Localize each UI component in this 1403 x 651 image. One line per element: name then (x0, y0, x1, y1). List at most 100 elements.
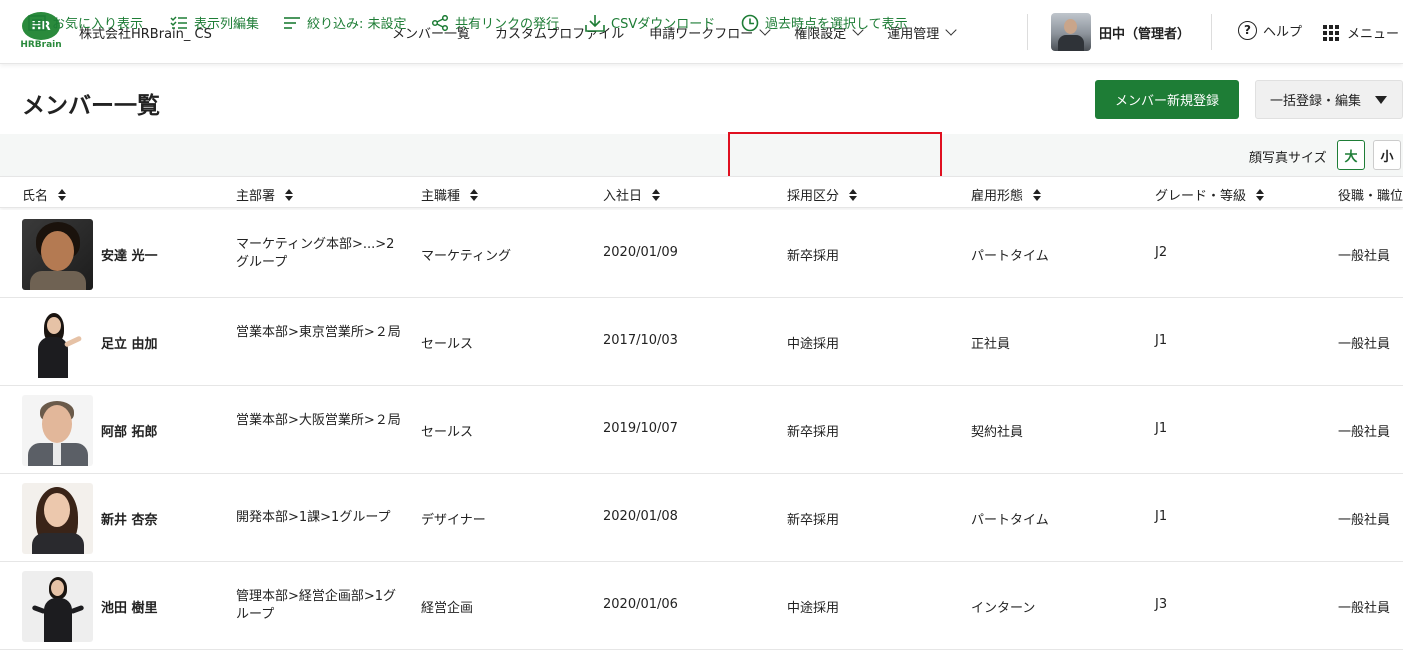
member-position: 一般社員 (1338, 337, 1391, 352)
member-photo (22, 307, 93, 378)
share-icon (431, 14, 449, 31)
member-hire-type: 新卒採用 (787, 425, 840, 440)
member-photo (22, 483, 93, 554)
bulk-edit-label: 一括登録・編集 (1270, 94, 1362, 109)
top-header: HR HRBrain 株式会社HRBrain_ CS メンバー一覧 カスタムプロ… (0, 0, 1403, 64)
add-member-button[interactable]: メンバー新規登録 (1095, 80, 1239, 119)
app-menu-button[interactable]: メニュー (1323, 23, 1399, 42)
caret-down-icon (1375, 95, 1388, 104)
member-name[interactable]: 足立 由加 (101, 333, 158, 352)
member-hire-type: 中途採用 (787, 601, 840, 616)
member-department: 開発本部>1課>1グループ (236, 510, 391, 525)
bulk-edit-button[interactable]: 一括登録・編集 (1255, 80, 1403, 119)
column-header-name[interactable]: 氏名 (22, 185, 67, 204)
member-department: マーケティング本部>...>2グループ (236, 237, 395, 270)
sort-icon (285, 188, 294, 201)
member-hire-type: 中途採用 (787, 337, 840, 352)
header-label: 雇用形態 (971, 189, 1024, 204)
sort-icon (1033, 188, 1042, 201)
header-label: 主部署 (236, 189, 276, 204)
member-join-date: 2020/01/09 (603, 245, 678, 260)
column-header-hire-type[interactable]: 採用区分 (787, 185, 858, 204)
edit-columns-button[interactable]: 表示列編集 (170, 13, 259, 32)
photo-size-label: 顔写真サイズ (1249, 151, 1327, 166)
column-header-grade[interactable]: グレード・等級 (1155, 185, 1265, 204)
member-job-type: 経営企画 (421, 601, 474, 616)
member-name[interactable]: 阿部 拓郎 (101, 421, 158, 440)
header-label: 入社日 (603, 189, 643, 204)
member-department: 営業本部>東京営業所>２局 (236, 325, 401, 340)
list-toolbar (0, 134, 1403, 176)
user-avatar[interactable] (1051, 13, 1091, 51)
checklist-icon (170, 15, 187, 29)
edit-columns-label: 表示列編集 (194, 17, 260, 32)
divider (1027, 14, 1028, 50)
member-join-date: 2020/01/08 (603, 509, 678, 524)
divider (1211, 14, 1212, 50)
table-row[interactable]: 池田 樹里 管理本部>経営企画部>1グループ 経営企画 2020/01/06 中… (0, 562, 1403, 650)
photo-size-small-button[interactable]: 小 (1373, 140, 1401, 170)
member-grade: J3 (1155, 597, 1168, 612)
member-position: 一般社員 (1338, 249, 1391, 264)
table-row[interactable]: 阿部 拓郎 営業本部>大阪営業所>２局 セールス 2019/10/07 新卒採用… (0, 386, 1403, 474)
download-icon (585, 14, 605, 32)
column-header-position[interactable]: 役職・職位 (1338, 185, 1403, 204)
member-position: 一般社員 (1338, 425, 1391, 440)
member-name[interactable]: 安達 光一 (101, 245, 158, 264)
list-icon (28, 14, 46, 31)
member-photo (22, 219, 93, 290)
past-point-button[interactable]: 過去時点を選択して表示 (741, 13, 908, 32)
member-grade: J2 (1155, 245, 1168, 260)
header-label: 主職種 (421, 189, 461, 204)
photo-size-large-button[interactable]: 大 (1337, 140, 1365, 170)
question-circle-icon: ? (1238, 21, 1257, 40)
column-header-employment[interactable]: 雇用形態 (971, 185, 1042, 204)
page-title: メンバー一覧 (22, 93, 160, 119)
sort-icon (849, 188, 858, 201)
member-join-date: 2017/10/03 (603, 333, 678, 348)
table-row[interactable]: 足立 由加 営業本部>東京営業所>２局 セールス 2017/10/03 中途採用… (0, 298, 1403, 386)
csv-download-button[interactable]: CSVダウンロード (585, 13, 715, 32)
grid-menu-icon (1323, 24, 1339, 41)
member-job-type: セールス (421, 337, 474, 352)
help-label: ヘルプ (1263, 25, 1303, 40)
member-department: 管理本部>経営企画部>1グループ (236, 589, 397, 622)
member-job-type: セールス (421, 425, 474, 440)
header-label: 氏名 (22, 189, 49, 204)
header-label: グレード・等級 (1155, 189, 1247, 204)
header-label: 役職・職位 (1338, 189, 1403, 204)
member-job-type: デザイナー (421, 513, 486, 528)
help-link[interactable]: ? ヘルプ (1238, 21, 1302, 40)
table-header: 氏名 主部署 主職種 入社日 採用区分 雇用形態 グレード・等級 役職・職位 (0, 176, 1403, 208)
member-grade: J1 (1155, 421, 1168, 436)
member-employment: インターン (971, 601, 1036, 616)
share-link-button[interactable]: 共有リンクの発行 (431, 13, 559, 32)
member-join-date: 2019/10/07 (603, 421, 678, 436)
table-row[interactable]: 新井 杏奈 開発本部>1課>1グループ デザイナー 2020/01/08 新卒採… (0, 474, 1403, 562)
column-header-join-date[interactable]: 入社日 (603, 185, 661, 204)
csv-download-label: CSVダウンロード (611, 17, 716, 32)
sort-icon (1256, 188, 1265, 201)
favorites-label: お気に入り表示 (52, 17, 144, 32)
member-employment: パートタイム (971, 513, 1049, 528)
member-hire-type: 新卒採用 (787, 513, 840, 528)
member-name[interactable]: 新井 杏奈 (101, 509, 158, 528)
member-name[interactable]: 池田 樹里 (101, 597, 158, 616)
member-join-date: 2020/01/06 (603, 597, 678, 612)
member-position: 一般社員 (1338, 513, 1391, 528)
sort-icon (470, 188, 479, 201)
member-department: 営業本部>大阪営業所>２局 (236, 413, 401, 428)
table-row[interactable]: 安達 光一 マーケティング本部>...>2グループ マーケティング 2020/0… (0, 210, 1403, 298)
member-photo (22, 571, 93, 642)
favorites-button[interactable]: お気に入り表示 (28, 13, 143, 32)
member-hire-type: 新卒採用 (787, 249, 840, 264)
user-name[interactable]: 田中（管理者） (1099, 23, 1190, 42)
column-header-department[interactable]: 主部署 (236, 185, 294, 204)
column-header-job-type[interactable]: 主職種 (421, 185, 479, 204)
filter-button[interactable]: 絞り込み: 未設定 (283, 13, 407, 32)
member-grade: J1 (1155, 333, 1168, 348)
highlight-annotation (728, 132, 942, 179)
chevron-down-icon (945, 23, 957, 36)
member-photo (22, 395, 93, 466)
logo-wordmark: HRBrain (20, 40, 62, 50)
